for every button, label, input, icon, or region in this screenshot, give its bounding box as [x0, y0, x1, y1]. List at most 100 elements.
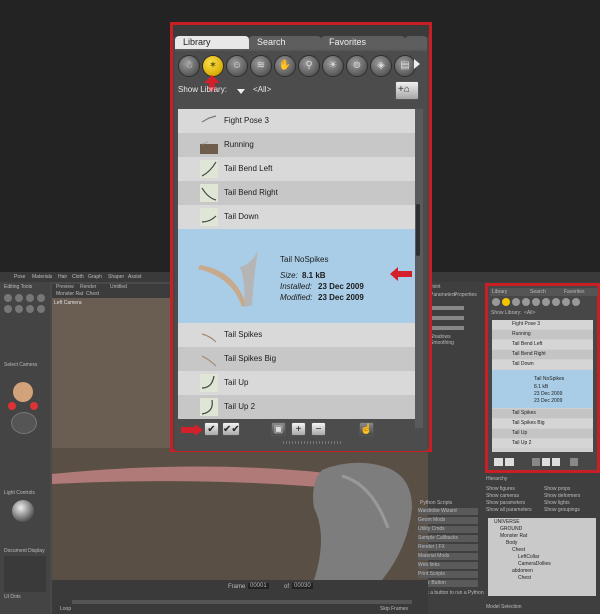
camera-control-widget[interactable]: [8, 382, 38, 434]
list-scrollbar-thumb[interactable]: [416, 204, 420, 256]
apply-button[interactable]: ✔: [204, 422, 219, 436]
mini-list-item[interactable]: Tail Spikes: [492, 409, 593, 418]
list-item-tail-spikes-big[interactable]: Tail Spikes Big: [178, 347, 415, 371]
frame-total-field[interactable]: 00030: [292, 583, 313, 589]
mini-tab-library[interactable]: Library: [492, 289, 507, 295]
option-show-cameras[interactable]: Show cameras: [486, 493, 519, 499]
mini-category-icon[interactable]: [552, 298, 560, 306]
frame-current-field[interactable]: 00001: [248, 583, 269, 589]
list-item-running[interactable]: Running: [178, 133, 415, 157]
option-show-all-parameters[interactable]: Show all parameters: [486, 507, 532, 513]
figure-selector[interactable]: Monster Rat: [56, 291, 83, 297]
list-item-tail-up[interactable]: Tail Up: [178, 371, 415, 395]
mini-category-icon[interactable]: [562, 298, 570, 306]
mini-list-item[interactable]: Tail Bend Left: [492, 340, 593, 349]
tool-scale-icon[interactable]: [37, 294, 45, 302]
tab-overflow[interactable]: [405, 36, 427, 49]
category-materials-icon[interactable]: ◈: [370, 55, 392, 77]
list-item-tail-nospikes-selected[interactable]: Tail NoSpikes Size: 8.1 kB Installed: 23…: [178, 229, 415, 323]
add-to-library-button[interactable]: +: [291, 422, 306, 436]
mini-category-icon[interactable]: [532, 298, 540, 306]
tool-translate-icon[interactable]: [26, 294, 34, 302]
timeline-slider[interactable]: [72, 600, 412, 604]
add-to-collection-button[interactable]: ▣: [271, 422, 286, 436]
loop-label[interactable]: Loop: [60, 606, 71, 612]
mini-category-icon[interactable]: [522, 298, 530, 306]
mini-category-icon[interactable]: [502, 298, 510, 306]
remove-from-library-button[interactable]: −: [311, 422, 326, 436]
list-item-fight-pose-3[interactable]: Fight Pose 3: [178, 109, 415, 133]
camera-head-icon[interactable]: [13, 382, 33, 402]
resize-grip[interactable]: [283, 441, 343, 444]
mini-list-item[interactable]: Tail Up: [492, 429, 593, 438]
tree-item[interactable]: Body: [506, 540, 517, 546]
python-button-8[interactable]: Print Scripts: [418, 571, 478, 578]
option-show-groupings[interactable]: Show groupings: [544, 507, 580, 513]
library-filter-value[interactable]: <All>: [253, 85, 271, 94]
python-button-1[interactable]: Wardrobe Wizard: [418, 508, 478, 515]
tool-twist-icon[interactable]: [15, 294, 23, 302]
camera-trackball[interactable]: [11, 412, 37, 434]
python-button-5[interactable]: Render | FX: [418, 544, 478, 551]
mini-list-item[interactable]: Fight Pose 3: [492, 320, 593, 329]
list-item-tail-down[interactable]: Tail Down: [178, 205, 415, 229]
mini-tab-favorites[interactable]: Favorites: [564, 289, 585, 295]
collapse-palette-button[interactable]: ☝: [359, 422, 374, 436]
tool-taper-icon[interactable]: [4, 305, 12, 313]
parameters-tab[interactable]: Parameters: [430, 292, 456, 298]
mini-category-icon[interactable]: [492, 298, 500, 306]
list-item-tail-bend-left[interactable]: Tail Bend Left: [178, 157, 415, 181]
param-dial-1[interactable]: [430, 306, 464, 310]
hierarchy-tree[interactable]: UNIVERSE GROUND Monster Rat Body Chest L…: [488, 518, 596, 596]
room-tab-hair[interactable]: Hair: [58, 274, 67, 280]
python-button-4[interactable]: Sample Callbacks: [418, 535, 478, 542]
option-show-parameters[interactable]: Show parameters: [486, 500, 525, 506]
add-library-folder-button[interactable]: +⌂: [395, 81, 419, 100]
option-show-figures[interactable]: Show figures: [486, 486, 515, 492]
mini-selected-item[interactable]: Tail NoSpikes 8.1 kB 23 Dec 2009 23 Dec …: [492, 370, 593, 408]
category-cameras-icon[interactable]: ⊚: [346, 55, 368, 77]
tool-rotate-icon[interactable]: [4, 294, 12, 302]
tab-library[interactable]: Library: [175, 36, 249, 49]
tree-item[interactable]: GROUND: [500, 526, 522, 532]
mini-list-item[interactable]: Tail Spikes Big: [492, 419, 593, 428]
category-figures-icon[interactable]: ☃: [178, 55, 200, 77]
mini-remove-button[interactable]: [552, 458, 560, 466]
tree-item[interactable]: Chest: [512, 547, 525, 553]
param-dial-2[interactable]: [430, 316, 464, 320]
tree-item[interactable]: Monster Rat: [500, 533, 527, 539]
category-lights-icon[interactable]: ☀: [322, 55, 344, 77]
library-dropdown-arrow-icon[interactable]: [237, 89, 245, 94]
list-item-tail-bend-right[interactable]: Tail Bend Right: [178, 181, 415, 205]
viewport-tab-render[interactable]: Render: [80, 284, 96, 290]
mini-list-item[interactable]: Tail Bend Right: [492, 350, 593, 359]
option-show-props[interactable]: Show props: [544, 486, 570, 492]
python-button-6[interactable]: Material Mods: [418, 553, 478, 560]
mini-collapse-button[interactable]: [570, 458, 578, 466]
tool-chain-icon[interactable]: [15, 305, 23, 313]
category-scenes-icon[interactable]: ▤: [394, 55, 416, 77]
category-poses-icon[interactable]: ✶: [202, 55, 224, 77]
viewport-tab-preview[interactable]: Preview: [56, 284, 74, 290]
tree-item[interactable]: UNIVERSE: [494, 519, 520, 525]
skip-frames-label[interactable]: Skip Frames: [380, 606, 408, 612]
option-show-deformers[interactable]: Show deformers: [544, 493, 580, 499]
option-show-lights[interactable]: Show lights: [544, 500, 570, 506]
mini-list-item[interactable]: Tail Down: [492, 360, 593, 369]
category-hands-icon[interactable]: ✋: [274, 55, 296, 77]
python-button-3[interactable]: Utility Cmds: [418, 526, 478, 533]
tab-search[interactable]: Search: [249, 36, 321, 49]
mini-category-icon[interactable]: [512, 298, 520, 306]
python-button-2[interactable]: Geom Mods: [418, 517, 478, 524]
tree-item[interactable]: CameraDollies: [518, 561, 551, 567]
room-tab-shaper[interactable]: Shaper: [108, 274, 124, 280]
mini-add-button[interactable]: [542, 458, 550, 466]
mini-category-icon[interactable]: [542, 298, 550, 306]
properties-tab[interactable]: Properties: [454, 292, 477, 298]
apply-all-button[interactable]: ✔✔: [222, 422, 240, 436]
tool-color-icon[interactable]: [26, 305, 34, 313]
category-expressions-icon[interactable]: ☺: [226, 55, 248, 77]
mini-library-list[interactable]: Fight Pose 3 Running Tail Bend Left Tail…: [492, 320, 593, 452]
library-item-list[interactable]: Fight Pose 3 Running Tail Bend Left Tail…: [178, 109, 415, 428]
category-props-icon[interactable]: ⚲: [298, 55, 320, 77]
